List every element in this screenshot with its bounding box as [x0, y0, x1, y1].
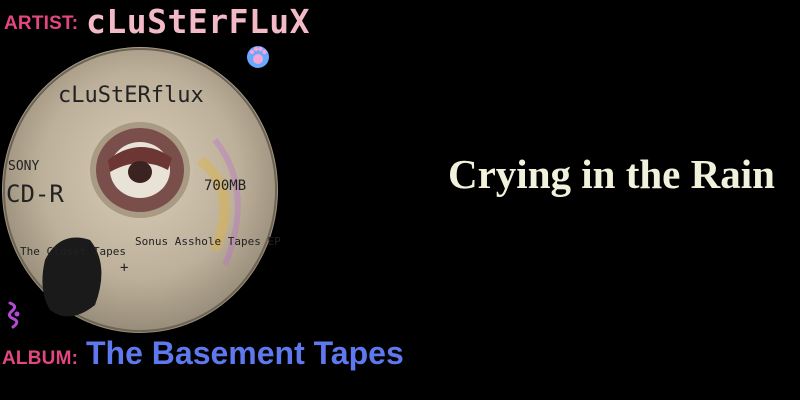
song-title: Crying in the Rain: [448, 151, 775, 197]
artist-label: ARTIST:: [4, 13, 79, 34]
album-name: The Basement Tapes: [86, 335, 404, 371]
disc-format: CD-R: [6, 180, 64, 208]
disc-note-right: Sonus Asshole Tapes EP: [135, 235, 281, 248]
disc-brand: SONY: [8, 159, 39, 174]
disc-capacity: 700MB: [204, 178, 246, 194]
album-label: ALBUM:: [2, 348, 79, 369]
cd-disc-image: cLuStERflux SONY CD-R 700MB The Closet T…: [2, 47, 281, 333]
disc-handwritten-title: cLuStERflux: [58, 83, 204, 108]
disc-note-plus: +: [120, 260, 128, 276]
disc-note-left: The Closet Tapes: [20, 245, 126, 258]
artist-name: cLuStErFLuX: [86, 2, 311, 41]
squiggle-icon: [7, 301, 20, 329]
